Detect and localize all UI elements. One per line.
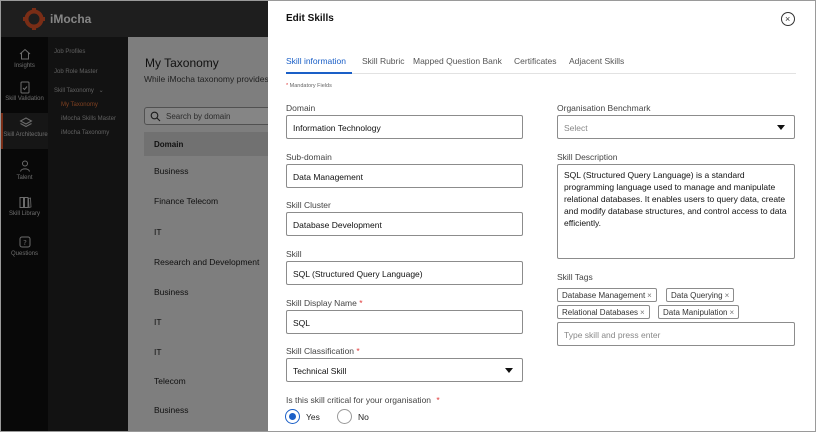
- skill-tag-chip: Database Management ×: [557, 288, 657, 302]
- mandatory-note-label: Mandatory Fields: [289, 83, 332, 89]
- edit-skills-modal: Edit Skills × Skill information Skill Ru…: [268, 1, 815, 431]
- benchmark-select[interactable]: Select: [557, 115, 795, 139]
- required-mark: *: [286, 83, 289, 89]
- tab-certificates[interactable]: Certificates: [514, 56, 557, 66]
- modal-title: Edit Skills: [286, 13, 334, 24]
- skill-tag-chip: Data Querying ×: [666, 288, 735, 302]
- display-name-label-text: Skill Display Name: [286, 298, 357, 308]
- skill-cluster-field[interactable]: Database Development: [286, 212, 523, 236]
- critical-no-radio[interactable]: [337, 409, 352, 424]
- tab-skill-rubric[interactable]: Skill Rubric: [362, 56, 405, 66]
- dropdown-arrow-icon: [505, 368, 513, 373]
- app-window: iMocha Insights Skill Validation Skill A…: [0, 0, 816, 432]
- skill-tag-label: Relational Databases: [562, 308, 639, 317]
- close-icon: ×: [785, 14, 791, 24]
- critical-no-label[interactable]: No: [358, 412, 369, 422]
- skill-tag-label: Data Querying: [671, 291, 723, 300]
- critical-yes-radio[interactable]: [285, 409, 300, 424]
- sub-domain-field[interactable]: Data Management: [286, 164, 523, 188]
- classification-label-text: Skill Classification: [286, 346, 355, 356]
- skill-tag-chip: Relational Databases ×: [557, 305, 650, 319]
- dropdown-arrow-icon: [777, 125, 785, 130]
- critical-yes-label[interactable]: Yes: [306, 412, 320, 422]
- tab-mapped-question-bank[interactable]: Mapped Question Bank: [413, 56, 502, 66]
- skill-tag-input[interactable]: Type skill and press enter: [557, 322, 795, 346]
- description-textarea[interactable]: SQL (Structured Query Language) is a sta…: [557, 164, 795, 259]
- classification-value: Technical Skill: [293, 366, 347, 376]
- tab-adjacent-skills[interactable]: Adjacent Skills: [569, 56, 624, 66]
- classification-select[interactable]: Technical Skill: [286, 358, 523, 382]
- close-button[interactable]: ×: [781, 12, 795, 26]
- skill-field[interactable]: SQL (Structured Query Language): [286, 261, 523, 285]
- skill-tag-label: Data Manipulation: [663, 308, 728, 317]
- critical-label-text: Is this skill critical for your organisa…: [286, 395, 432, 405]
- display-name-label: Skill Display Name *: [286, 298, 363, 308]
- required-mark: *: [356, 346, 360, 356]
- classification-label: Skill Classification *: [286, 346, 360, 356]
- skill-tag-label: Database Management: [562, 291, 646, 300]
- required-mark: *: [436, 395, 440, 405]
- remove-tag-icon[interactable]: ×: [729, 308, 734, 317]
- skill-label: Skill: [286, 249, 302, 259]
- tab-skill-information[interactable]: Skill information: [286, 56, 346, 66]
- remove-tag-icon[interactable]: ×: [647, 291, 652, 300]
- description-label: Skill Description: [557, 152, 618, 162]
- domain-field[interactable]: Information Technology: [286, 115, 523, 139]
- display-name-input[interactable]: SQL: [286, 310, 523, 334]
- required-mark: *: [359, 298, 363, 308]
- critical-label: Is this skill critical for your organisa…: [286, 395, 440, 405]
- skill-tags-label: Skill Tags: [557, 272, 593, 282]
- modal-backdrop[interactable]: [1, 1, 268, 431]
- benchmark-label: Organisation Benchmark: [557, 103, 651, 113]
- modal-tabs: Skill information Skill Rubric Mapped Qu…: [286, 52, 796, 74]
- sub-domain-label: Sub-domain: [286, 152, 332, 162]
- mandatory-note: * Mandatory Fields: [286, 83, 332, 89]
- domain-label: Domain: [286, 103, 316, 113]
- benchmark-placeholder: Select: [564, 123, 588, 133]
- remove-tag-icon[interactable]: ×: [725, 291, 730, 300]
- skill-cluster-label: Skill Cluster: [286, 200, 331, 210]
- skill-tag-chip: Data Manipulation ×: [658, 305, 740, 319]
- remove-tag-icon[interactable]: ×: [640, 308, 645, 317]
- active-tab-indicator: [286, 72, 352, 74]
